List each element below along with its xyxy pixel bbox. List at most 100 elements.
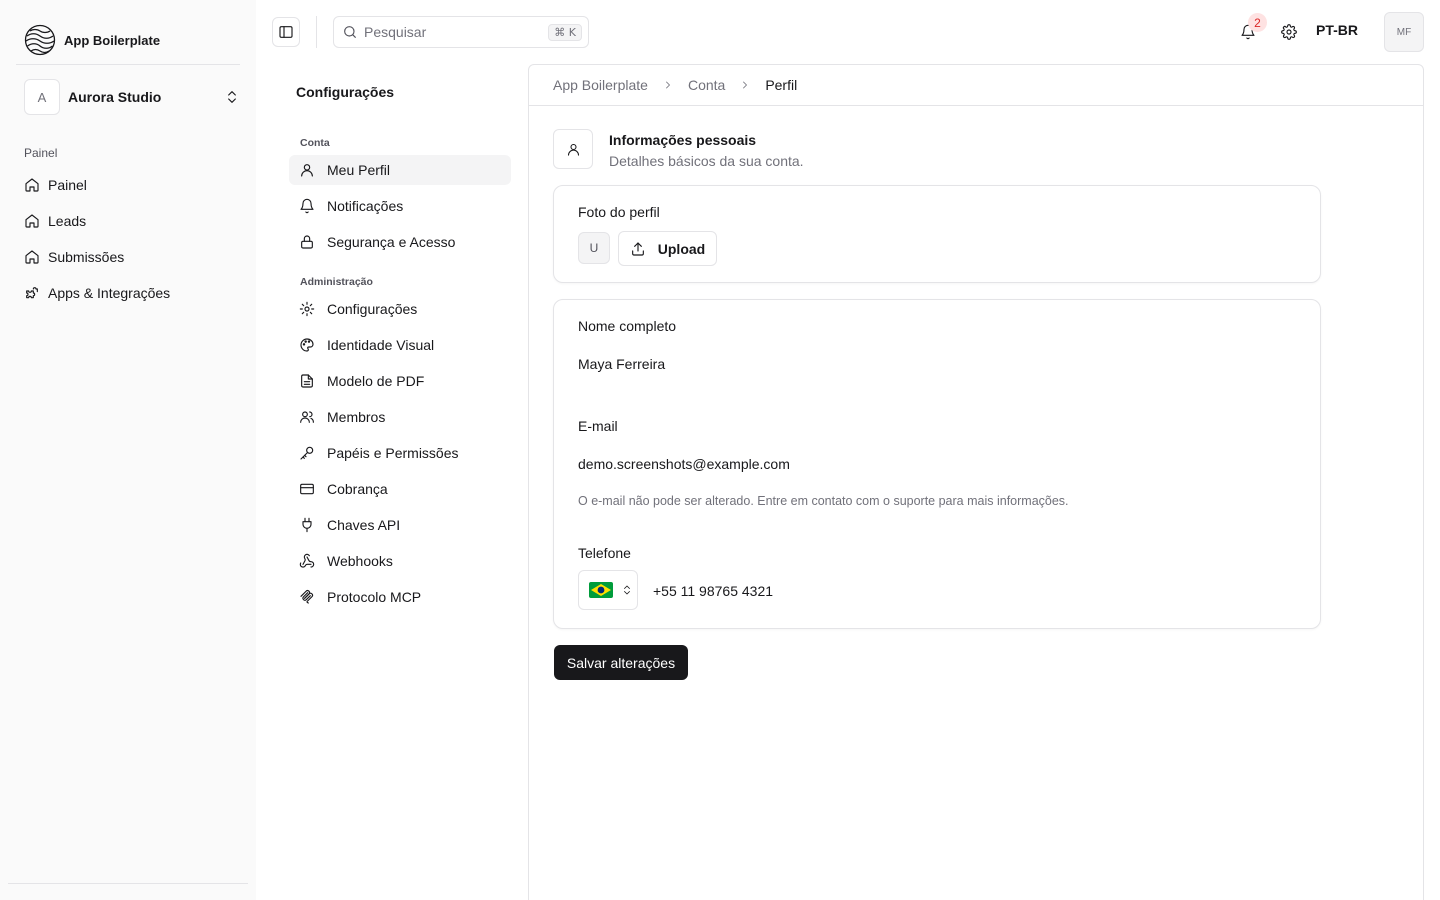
settings-nav-seguranca-acesso[interactable]: Segurança e Acesso (289, 227, 511, 257)
lock-icon (299, 234, 315, 250)
user-icon (553, 129, 593, 169)
notification-count-badge: 2 (1248, 13, 1267, 32)
upload-button-label: Upload (657, 240, 706, 257)
app-sidebar: App Boilerplate A Aurora Studio Painel P… (0, 0, 256, 900)
profile-panel: App Boilerplate Conta Perfil Informações… (528, 64, 1424, 900)
settings-nav-notificacoes[interactable]: Notificações (289, 191, 511, 221)
home-icon (24, 177, 40, 193)
profile-photo-avatar: U (578, 232, 610, 264)
profile-photo-card: Foto do perfil U Upload (553, 185, 1321, 283)
sidebar-item-label: Apps & Integrações (48, 285, 171, 301)
sidebar-item-label: Painel (48, 177, 87, 193)
plug-icon (299, 517, 315, 533)
upload-button[interactable]: Upload (618, 231, 717, 266)
sidebar-footer-divider (8, 883, 248, 884)
settings-button[interactable] (1277, 20, 1301, 44)
sidebar-item-leads[interactable]: Leads (16, 203, 240, 239)
brand-name: App Boilerplate (64, 32, 161, 48)
settings-nav-webhooks[interactable]: Webhooks (289, 546, 511, 576)
breadcrumb: App Boilerplate Conta Perfil (529, 65, 1423, 106)
save-changes-button[interactable]: Salvar alterações (554, 645, 688, 680)
settings-group-label-administracao: Administração (300, 276, 373, 288)
settings-group-label-conta: Conta (300, 137, 330, 149)
email-input[interactable] (578, 452, 1298, 476)
email-help-text: O e-mail não pode ser alterado. Entre em… (578, 494, 1069, 508)
sidebar-group-label: Painel (24, 146, 58, 160)
gear-icon (1281, 24, 1297, 40)
section-subtitle: Detalhes básicos da sua conta. (609, 153, 804, 169)
settings-nav-administracao: Configurações Identidade Visual Modelo d… (289, 294, 511, 618)
panel-left-icon (278, 24, 294, 40)
palette-icon (299, 337, 315, 353)
language-switcher[interactable]: PT-BR (1316, 22, 1358, 38)
settings-nav-label: Notificações (327, 198, 404, 214)
bell-icon (299, 198, 315, 214)
settings-nav-configuracoes[interactable]: Configurações (289, 294, 511, 324)
sidebar-item-submissoes[interactable]: Submissões (16, 239, 240, 275)
user-avatar[interactable]: MF (1384, 12, 1424, 52)
mcp-icon (299, 589, 315, 605)
chevron-right-icon (739, 79, 751, 91)
home-icon (24, 213, 40, 229)
user-icon (299, 162, 315, 178)
sidebar-item-label: Leads (48, 213, 87, 229)
phone-input[interactable] (653, 579, 1253, 603)
settings-nav-papeis-permissoes[interactable]: Papéis e Permissões (289, 438, 511, 468)
settings-nav-label: Identidade Visual (327, 337, 435, 353)
sidebar-item-apps-integracoes[interactable]: Apps & Integrações (16, 275, 240, 311)
org-avatar: A (24, 79, 60, 115)
settings-nav-label: Protocolo MCP (327, 589, 422, 605)
settings-nav-label: Webhooks (327, 553, 393, 569)
brand-logo-icon (24, 24, 56, 56)
search-icon (342, 24, 358, 40)
settings-nav-chaves-api[interactable]: Chaves API (289, 510, 511, 540)
settings-nav-protocolo-mcp[interactable]: Protocolo MCP (289, 582, 511, 612)
country-code-select[interactable] (578, 570, 638, 610)
settings-nav-modelo-pdf[interactable]: Modelo de PDF (289, 366, 511, 396)
email-label: E-mail (578, 418, 618, 434)
settings-title: Configurações (296, 84, 395, 100)
name-label: Nome completo (578, 318, 677, 334)
org-name: Aurora Studio (68, 89, 162, 105)
file-text-icon (299, 373, 315, 389)
settings-nav-label: Modelo de PDF (327, 373, 425, 389)
profile-details-card: Nome completo E-mail O e-mail não pode s… (553, 299, 1321, 629)
settings-nav-conta: Meu Perfil Notificações Segurança e Aces… (289, 155, 511, 263)
settings-nav-membros[interactable]: Membros (289, 402, 511, 432)
breadcrumb-item-conta[interactable]: Conta (688, 77, 725, 93)
search-shortcut: ⌘ K (548, 23, 582, 41)
users-icon (299, 409, 315, 425)
chevrons-up-down-icon (224, 89, 240, 105)
gear-icon (299, 301, 315, 317)
sidebar-nav: Painel Leads Submissões Apps & Integraçõ… (16, 167, 240, 311)
upload-icon (630, 241, 646, 257)
settings-nav-identidade-visual[interactable]: Identidade Visual (289, 330, 511, 360)
full-name-input[interactable] (578, 352, 1298, 376)
settings-nav-label: Membros (327, 409, 386, 425)
search-box[interactable]: ⌘ K (333, 16, 589, 48)
toggle-sidebar-button[interactable] (272, 17, 300, 47)
credit-card-icon (299, 481, 315, 497)
breadcrumb-item-app[interactable]: App Boilerplate (553, 77, 648, 93)
chevrons-up-down-icon (621, 584, 633, 596)
settings-nav-label: Papéis e Permissões (327, 445, 459, 461)
section-title: Informações pessoais (609, 132, 757, 148)
section-header: Informações pessoais Detalhes básicos da… (553, 129, 804, 169)
settings-nav-label: Meu Perfil (327, 162, 391, 178)
sidebar-item-label: Submissões (48, 249, 125, 265)
brand[interactable]: App Boilerplate (24, 24, 160, 56)
settings-nav-label: Configurações (327, 301, 418, 317)
photo-label: Foto do perfil (578, 204, 660, 220)
settings-nav-cobranca[interactable]: Cobrança (289, 474, 511, 504)
org-switcher[interactable]: A Aurora Studio (24, 79, 240, 115)
chevron-right-icon (662, 79, 674, 91)
sidebar-item-painel[interactable]: Painel (16, 167, 240, 203)
phone-label: Telefone (578, 545, 631, 561)
topbar-separator (316, 16, 317, 48)
brazil-flag-icon (589, 582, 613, 598)
webhook-icon (299, 553, 315, 569)
settings-nav-meu-perfil[interactable]: Meu Perfil (289, 155, 511, 185)
settings-nav-label: Chaves API (327, 517, 401, 533)
home-icon (24, 249, 40, 265)
search-input[interactable] (364, 24, 543, 40)
